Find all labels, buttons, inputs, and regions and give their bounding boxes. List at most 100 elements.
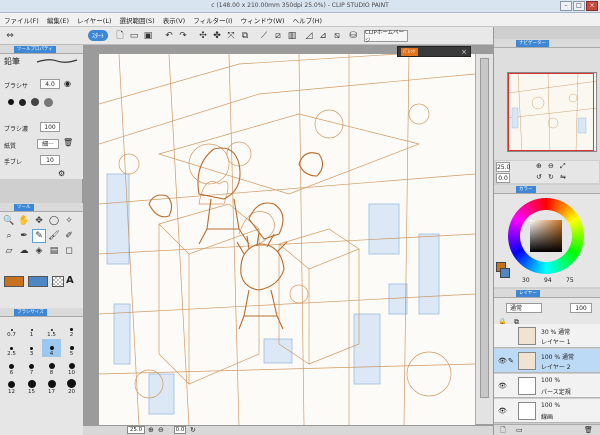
stabilization-value[interactable]: 10 [40, 155, 60, 165]
text-tool-icon[interactable]: A [66, 275, 74, 286]
close-button[interactable]: × [586, 1, 598, 11]
eyedropper-tool-icon[interactable]: ⌕ [2, 229, 16, 243]
airbrush-tool-icon[interactable]: ✐ [62, 229, 76, 243]
hand-tool-icon[interactable]: ✋ [17, 214, 31, 228]
panel-toggle-icon[interactable]: ⇔ [4, 29, 16, 42]
flip-icon[interactable]: ⇋ [560, 173, 566, 181]
new-layer-icon[interactable]: 🗋 [500, 426, 506, 435]
clear-icon[interactable]: ✤ [211, 29, 223, 42]
brush-size-preset-icon[interactable]: ◉ [64, 79, 71, 88]
menu-help[interactable]: ヘルプ(H) [293, 15, 322, 25]
scrollbar-thumb[interactable] [480, 58, 489, 398]
brush-size-cell[interactable]: 20 [62, 377, 81, 395]
minimize-button[interactable]: – [560, 1, 572, 11]
transparent-color-swatch[interactable] [52, 276, 64, 287]
eye-icon[interactable]: 👁 [498, 382, 507, 390]
snap-ruler-icon[interactable]: ◿ [303, 29, 315, 42]
navigator-angle-value[interactable]: 0.0 [496, 173, 510, 183]
floating-subview[interactable]: ﾊﾟﾚｯﾄ × [397, 46, 471, 57]
transform-icon[interactable]: ✣ [197, 29, 209, 42]
maximize-button[interactable]: □ [573, 1, 585, 11]
blend-mode-select[interactable]: 通常 [506, 303, 542, 313]
close-icon[interactable]: × [461, 48, 467, 56]
clip-homepage-button[interactable]: CLIPホームページ [364, 30, 408, 44]
canvas-zoom-value[interactable]: 25.0 [127, 426, 145, 434]
brush-size-cell[interactable]: 8 [42, 358, 61, 376]
free-transform-icon[interactable]: ⧉ [239, 29, 251, 42]
eye-icon[interactable]: 👁 [498, 407, 507, 415]
tool-tab[interactable]: ツール [0, 203, 83, 212]
navigator-zoom-value[interactable]: 25.0 [496, 162, 510, 172]
magic-wand-tool-icon[interactable]: ✧ [62, 214, 76, 228]
rotate-right-icon[interactable]: ↻ [548, 173, 554, 181]
menu-filter[interactable]: フィルター(I) [193, 15, 232, 25]
fit-icon[interactable]: ⤢ [560, 162, 566, 171]
brush-size-cell[interactable]: 1.5 [42, 320, 61, 338]
density-value[interactable]: 100 [40, 122, 60, 132]
undo-icon[interactable]: ↶ [163, 29, 175, 42]
brush-size-cell[interactable]: 4 [42, 339, 61, 357]
blend-tool-icon[interactable]: ☁ [17, 244, 31, 258]
sub-color-swatch[interactable] [500, 268, 510, 278]
save-icon[interactable]: ▣ [142, 29, 154, 42]
trash-icon[interactable]: 🗑 [63, 138, 73, 147]
brush-size-cell[interactable]: 3 [22, 339, 41, 357]
new-button[interactable]: ｽﾀｰﾄ [88, 30, 108, 41]
new-file-icon[interactable]: 🗋 [114, 29, 126, 42]
fill-tool-icon[interactable]: ◈ [32, 244, 46, 258]
color-tab[interactable]: カラー [494, 185, 600, 194]
paper-texture-value[interactable]: 細··· [37, 139, 59, 149]
move-tool-icon[interactable]: ✥ [32, 214, 46, 228]
material-icon[interactable]: ⛁ [347, 29, 359, 42]
brush-size-tab[interactable]: ブラシサイズ [0, 308, 83, 317]
snap-grid-icon[interactable]: ⧅ [331, 29, 343, 42]
brush-size-cell[interactable]: 10 [62, 358, 81, 376]
brush-size-cell[interactable]: 5 [62, 339, 81, 357]
snap-special-ruler-icon[interactable]: ⊿ [317, 29, 329, 42]
brush-size-cell[interactable]: 6 [2, 358, 21, 376]
brush-size-cell[interactable]: 0.7 [2, 320, 21, 338]
zoom-in-icon[interactable]: ⊕ [536, 162, 542, 170]
layer-row[interactable]: 👁 100 % 線画 [494, 399, 600, 423]
canvas-paper[interactable] [99, 54, 475, 426]
main-color-swatch[interactable] [4, 276, 24, 287]
brush-size-cell[interactable]: 17 [42, 377, 61, 395]
brush-size-cell[interactable]: 15 [22, 377, 41, 395]
zoom-out-icon[interactable]: ⊖ [158, 426, 164, 434]
trash-icon[interactable]: 🗑 [584, 426, 593, 434]
brush-tool-icon[interactable]: 🖌 [47, 229, 61, 243]
eye-icon[interactable]: 👁 [498, 357, 507, 365]
layer-row[interactable]: 👁 100 % パース定規 [494, 374, 600, 398]
zoom-in-icon[interactable]: ⊕ [148, 426, 154, 434]
pencil-tool-icon[interactable]: ✎ [32, 229, 46, 243]
new-folder-icon[interactable]: ▭ [516, 426, 523, 434]
redo-icon[interactable]: ↷ [177, 29, 189, 42]
rotate-icon[interactable]: ↻ [190, 426, 196, 434]
layer-tab[interactable]: レイヤー [494, 289, 600, 298]
opacity-value[interactable]: 100 [570, 303, 592, 313]
brush-size-cell[interactable]: 1 [22, 320, 41, 338]
show-selection-icon[interactable]: ▥ [286, 29, 298, 42]
rotate-left-icon[interactable]: ↺ [536, 173, 542, 181]
brush-size-cell[interactable]: 2 [62, 320, 81, 338]
zoom-out-icon[interactable]: ⊖ [548, 162, 554, 170]
figure-tool-icon[interactable]: ◻ [62, 244, 76, 258]
color-wheel[interactable] [508, 198, 584, 274]
open-folder-icon[interactable]: ▭ [128, 29, 140, 42]
canvas-angle-value[interactable]: 0.0 [174, 426, 186, 434]
saturation-value-square[interactable] [530, 220, 562, 252]
sub-color-swatch[interactable] [28, 276, 48, 287]
settings-icon[interactable]: ⚙ [58, 169, 65, 178]
invert-selection-icon[interactable]: ⧄ [272, 29, 284, 42]
brush-size-cell[interactable]: 7 [22, 358, 41, 376]
scale-icon[interactable]: ⤧ [225, 29, 237, 42]
menu-edit[interactable]: 編集(E) [47, 15, 69, 25]
layer-row[interactable]: 30 % 通常 レイヤー 1 [494, 324, 600, 348]
menu-selection[interactable]: 選択範囲(S) [120, 15, 155, 25]
tool-property-tab[interactable]: ツールプロパティ [0, 45, 83, 54]
navigator-thumbnail[interactable] [507, 72, 597, 152]
view-area-rectangle[interactable] [508, 73, 594, 151]
brush-size-value[interactable]: 4.0 [40, 79, 60, 89]
brush-size-cell[interactable]: 2.5 [2, 339, 21, 357]
menu-layer[interactable]: レイヤー(L) [77, 15, 112, 25]
